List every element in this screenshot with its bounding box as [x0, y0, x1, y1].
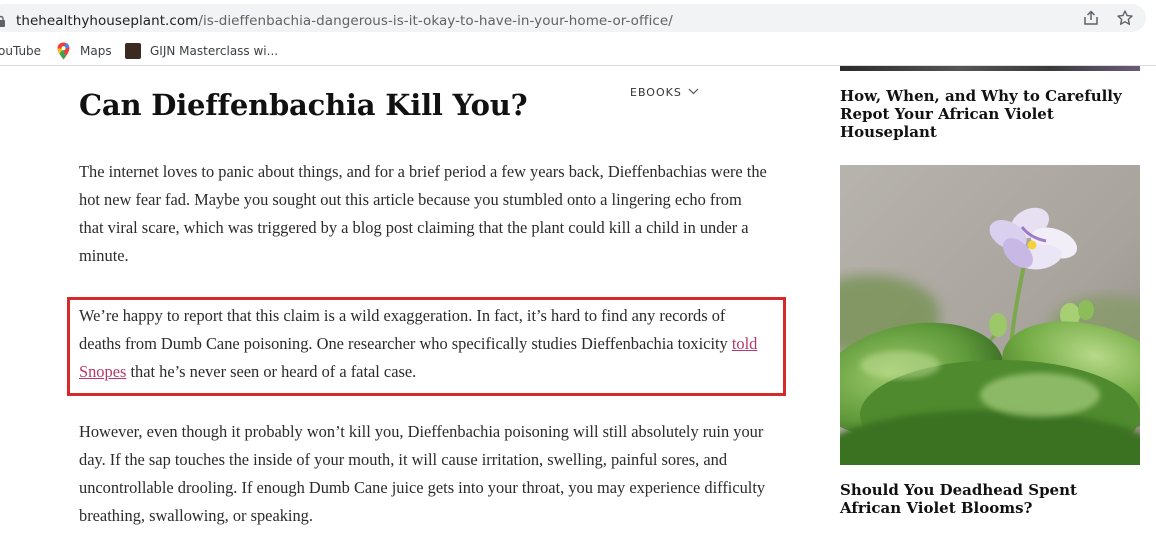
article-title: Can Dieffenbachia Kill You? [79, 88, 528, 122]
maps-icon[interactable] [57, 42, 70, 60]
url-field[interactable]: thehealthyhouseplant.com/is-dieffenbachi… [0, 4, 1146, 32]
chevron-down-icon [688, 88, 699, 95]
url-domain: thehealthyhouseplant.com [16, 13, 199, 29]
address-bar: thehealthyhouseplant.com/is-dieffenbachi… [0, 0, 1156, 36]
bookmarks-bar: ouTube Maps GIJN Masterclass wi... [0, 36, 1156, 66]
bookmark-maps[interactable]: Maps [80, 44, 112, 58]
bookmark-gijn[interactable]: GIJN Masterclass wi... [150, 44, 278, 58]
url-text[interactable]: thehealthyhouseplant.com/is-dieffenbachi… [16, 13, 673, 29]
paragraph-symptoms: However, even though it probably won’t k… [79, 422, 766, 525]
related-article-title[interactable]: Should You Deadhead Spent African Violet… [840, 481, 1140, 517]
sidebar-image-bottom-edge [840, 66, 1140, 71]
gijn-favicon[interactable] [125, 43, 141, 59]
related-article-title[interactable]: How, When, and Why to Carefully Repot Yo… [840, 87, 1140, 141]
african-violet-illustration [840, 165, 1140, 465]
lock-icon[interactable] [0, 15, 6, 27]
share-icon[interactable] [1082, 9, 1100, 27]
bookmark-youtube[interactable]: ouTube [0, 44, 41, 58]
url-path: /is-dieffenbachia-dangerous-is-it-okay-t… [198, 13, 673, 29]
ebooks-label: EBOOKS [630, 86, 682, 99]
highlight-box [67, 297, 786, 396]
african-violet-image[interactable] [840, 165, 1140, 465]
ebooks-menu[interactable]: EBOOKS [630, 86, 699, 99]
paragraph-intro: The internet loves to panic about things… [79, 162, 767, 265]
star-icon[interactable] [1116, 9, 1134, 27]
